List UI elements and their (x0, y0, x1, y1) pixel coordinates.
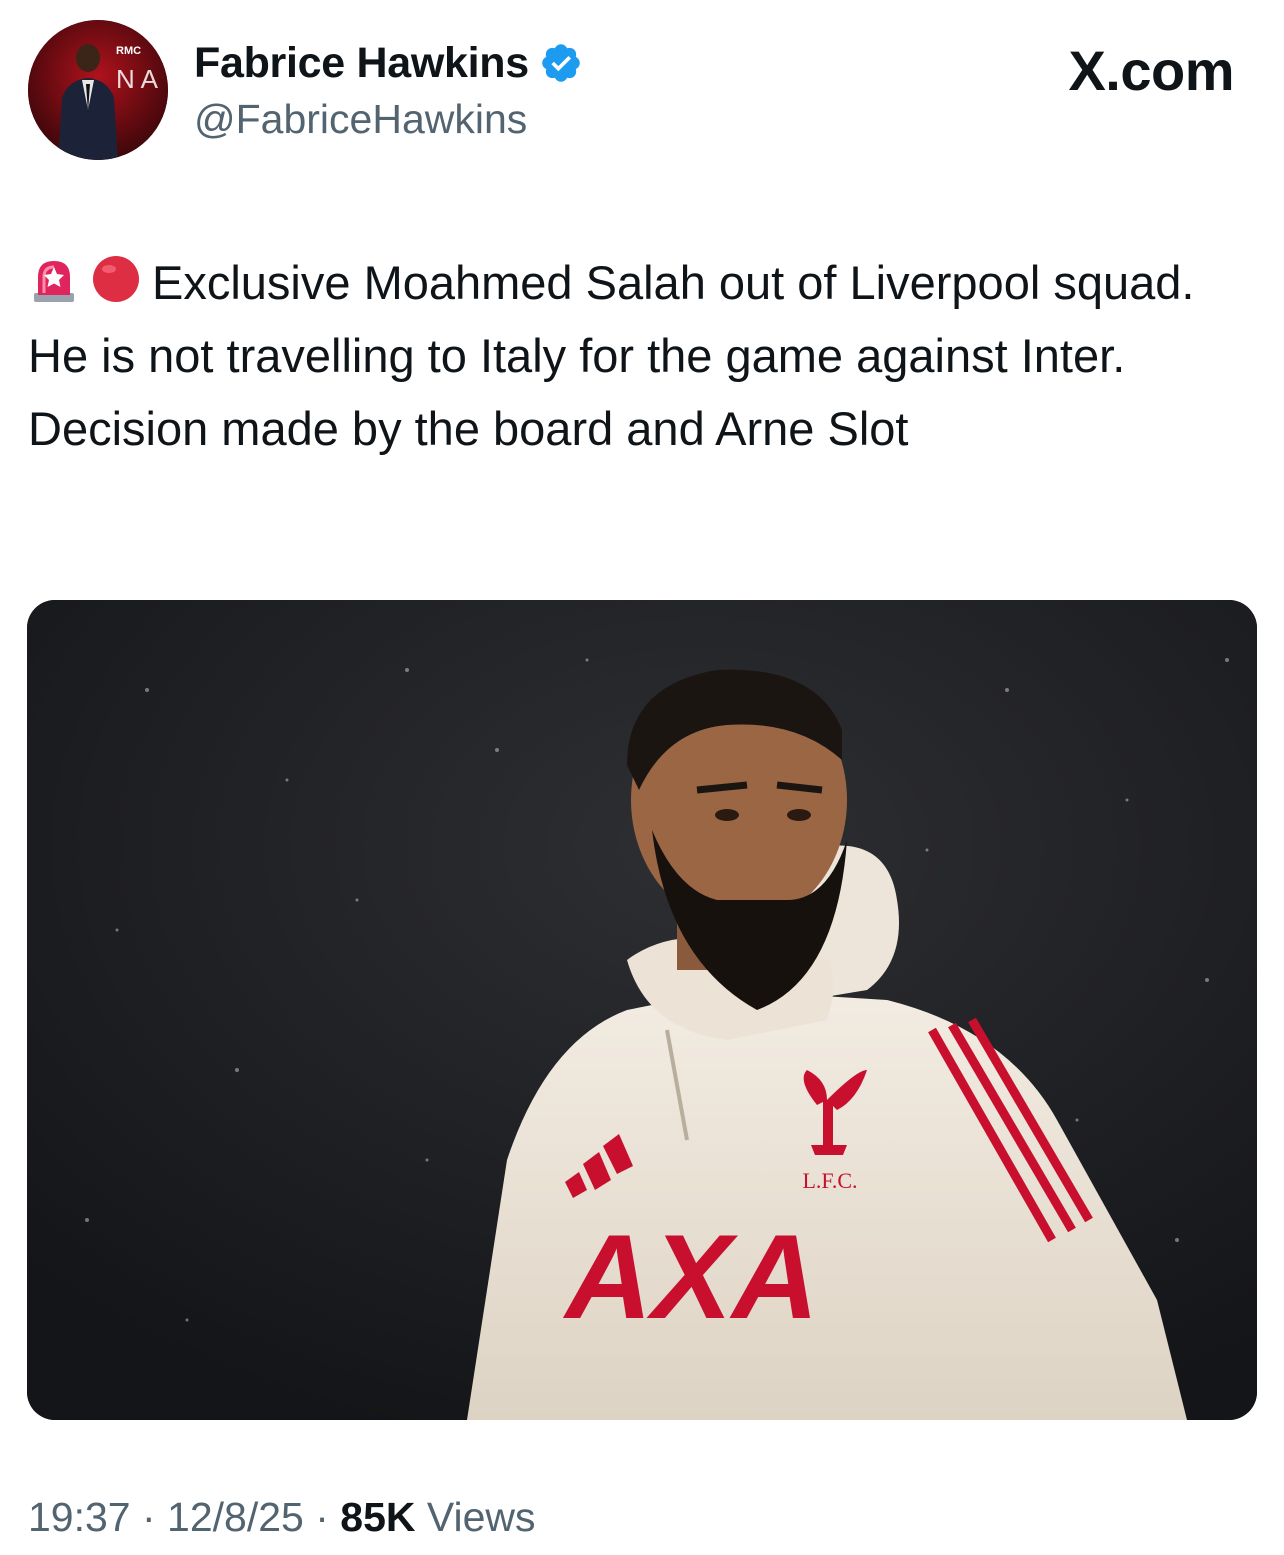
tweet-photo[interactable]: L.F.C. AXA (27, 600, 1257, 1420)
crest-text: L.F.C. (802, 1168, 857, 1193)
x-brand-logo: X.com (1068, 39, 1234, 102)
verified-badge-icon (539, 41, 583, 85)
tweet-body: Exclusive Moahmed Salah out of Liverpool… (28, 256, 1195, 455)
meta-separator: · (130, 1494, 168, 1540)
tweet-text: Exclusive Moahmed Salah out of Liverpool… (28, 246, 1243, 465)
tweet-meta: 19:37 · 12/8/25 · 85K Views (28, 1494, 536, 1541)
display-name[interactable]: Fabrice Hawkins (194, 39, 529, 88)
red-circle-icon (90, 252, 142, 304)
avatar[interactable]: RMC N A (28, 20, 168, 160)
views-count[interactable]: 85K (340, 1494, 415, 1540)
sponsor-text: AXA (562, 1210, 818, 1344)
tweet-time[interactable]: 19:37 (28, 1494, 131, 1540)
author-name-row[interactable]: Fabrice Hawkins (194, 36, 583, 90)
author-handle[interactable]: @FabriceHawkins (194, 96, 527, 143)
rotating-light-icon (28, 252, 80, 304)
avatar-sign-text: N A (116, 64, 159, 94)
views-label: Views (415, 1494, 536, 1540)
tweet-date[interactable]: 12/8/25 (167, 1494, 304, 1540)
meta-separator: · (303, 1494, 341, 1540)
avatar-logo-text: RMC (116, 45, 141, 57)
